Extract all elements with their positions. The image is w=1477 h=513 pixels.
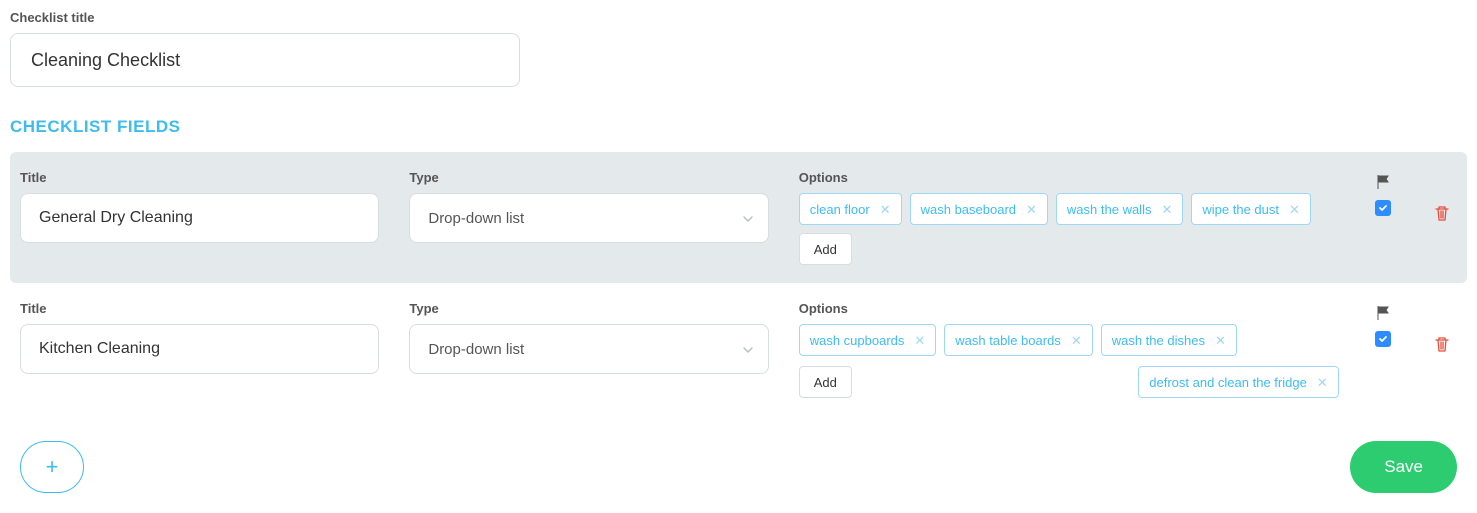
- remove-tag-icon[interactable]: ✕: [880, 203, 891, 216]
- field-row: Title Type Drop-down list Options wash c…: [10, 283, 1467, 416]
- remove-tag-icon[interactable]: ✕: [1215, 334, 1226, 347]
- trash-icon: [1433, 204, 1451, 222]
- add-field-button[interactable]: +: [20, 441, 84, 493]
- remove-tag-icon[interactable]: ✕: [1071, 334, 1082, 347]
- option-tag[interactable]: wash table boards✕: [944, 324, 1092, 356]
- checklist-title-input[interactable]: [10, 33, 520, 87]
- add-option-button[interactable]: Add: [799, 366, 852, 398]
- chevron-down-icon: [742, 212, 754, 224]
- column-label-options: Options: [799, 170, 1339, 185]
- add-option-button[interactable]: Add: [799, 233, 852, 265]
- remove-tag-icon[interactable]: ✕: [1161, 203, 1172, 216]
- trash-icon: [1433, 335, 1451, 353]
- option-tag[interactable]: wash the dishes✕: [1101, 324, 1237, 356]
- flag-icon: [1375, 174, 1391, 190]
- delete-field-button[interactable]: [1433, 335, 1451, 358]
- required-checkbox[interactable]: [1375, 331, 1391, 347]
- option-tag[interactable]: defrost and clean the fridge✕: [1138, 366, 1338, 398]
- chevron-down-icon: [742, 343, 754, 355]
- field-row: Title Type Drop-down list Options clean …: [10, 152, 1467, 283]
- column-label-options: Options: [799, 301, 1339, 316]
- column-label-type: Type: [409, 301, 768, 316]
- option-tag[interactable]: wash baseboard✕: [910, 193, 1048, 225]
- option-tag[interactable]: wash cupboards✕: [799, 324, 937, 356]
- remove-tag-icon[interactable]: ✕: [1289, 203, 1300, 216]
- save-button[interactable]: Save: [1350, 441, 1457, 493]
- column-label-title: Title: [20, 170, 379, 185]
- delete-field-button[interactable]: [1433, 204, 1451, 227]
- flag-icon: [1375, 305, 1391, 321]
- remove-tag-icon[interactable]: ✕: [1026, 203, 1037, 216]
- field-title-input[interactable]: [20, 324, 379, 374]
- option-tag[interactable]: wipe the dust✕: [1191, 193, 1311, 225]
- column-label-type: Type: [409, 170, 768, 185]
- remove-tag-icon[interactable]: ✕: [914, 334, 925, 347]
- checklist-title-label: Checklist title: [10, 10, 1467, 25]
- plus-icon: +: [46, 454, 59, 480]
- required-checkbox[interactable]: [1375, 200, 1391, 216]
- field-title-input[interactable]: [20, 193, 379, 243]
- field-type-select[interactable]: Drop-down list: [409, 193, 768, 243]
- option-tag[interactable]: clean floor✕: [799, 193, 902, 225]
- section-heading-checklist-fields: CHECKLIST FIELDS: [10, 117, 1467, 137]
- field-type-select[interactable]: Drop-down list: [409, 324, 768, 374]
- column-label-title: Title: [20, 301, 379, 316]
- remove-tag-icon[interactable]: ✕: [1317, 376, 1328, 389]
- option-tag[interactable]: wash the walls✕: [1056, 193, 1183, 225]
